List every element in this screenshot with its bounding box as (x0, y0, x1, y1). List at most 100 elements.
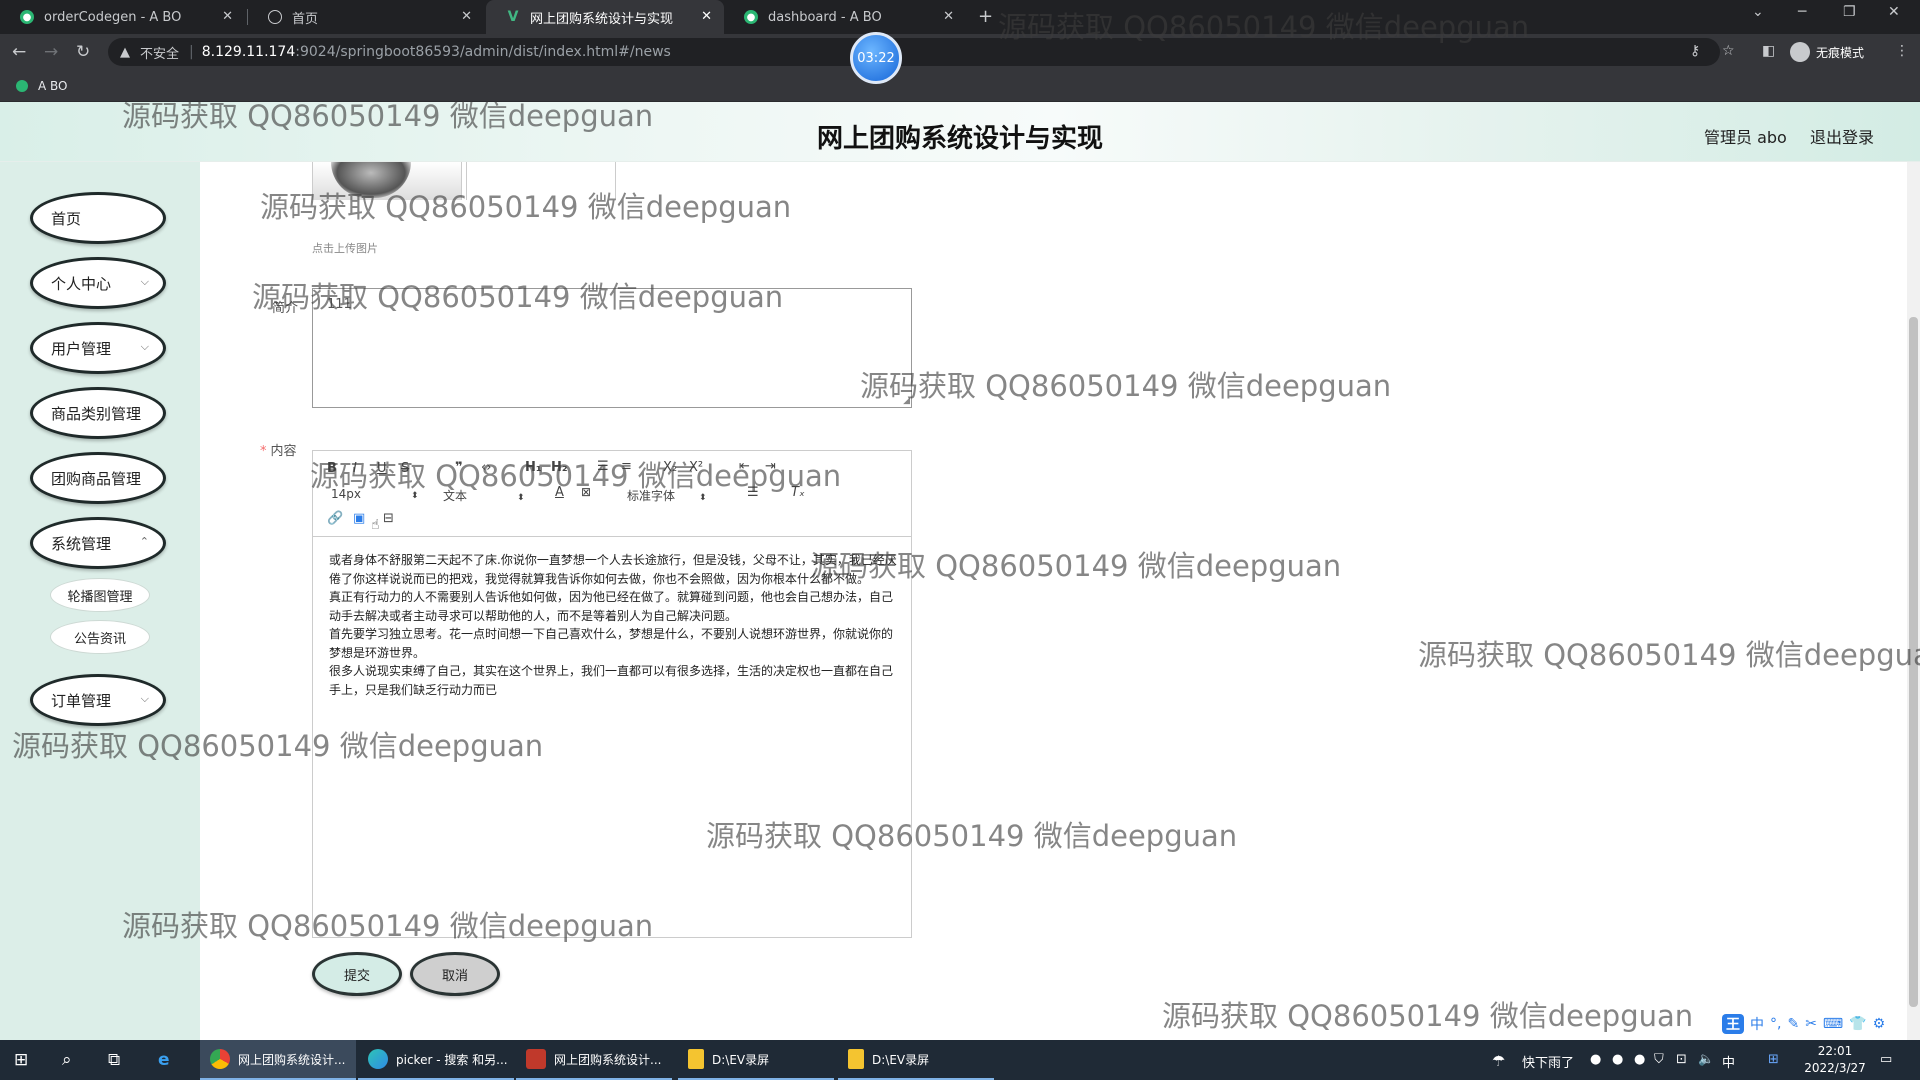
intro-textarea[interactable]: 111 ◢ (312, 288, 912, 408)
volume-icon[interactable]: 🔈 (1698, 1052, 1714, 1067)
sidebar-subitem-carousel[interactable]: 轮播图管理 (50, 578, 150, 612)
minimize-icon[interactable]: ─ (1798, 4, 1806, 20)
rich-text-editor[interactable]: B I U S ❞ ‹› H₁ H₂ ☰ ≡ X₂ X² ⇤ ⇥ 14px ⬍ 文… (312, 450, 912, 938)
weather-text[interactable]: 快下雨了 (1522, 1052, 1574, 1071)
new-tab-button[interactable]: + (978, 6, 993, 27)
bullet-list-icon[interactable]: ≡ (621, 459, 632, 474)
sidebar-item-label: 用户管理 (51, 339, 112, 358)
forward-arrow-icon[interactable]: → (44, 42, 58, 62)
taskbar-app-edge[interactable]: picker - 搜索 和另... (358, 1040, 514, 1080)
sidebar-item-category-management[interactable]: 商品类别管理 (30, 387, 166, 439)
block-type-select[interactable]: 文本 ⬍ (443, 487, 525, 504)
close-icon[interactable]: ✕ (943, 9, 954, 24)
network-icon[interactable]: ⊡ (1676, 1052, 1687, 1067)
ime-indicator[interactable]: 中 (1722, 1052, 1735, 1071)
close-icon[interactable]: ✕ (222, 9, 233, 24)
indent-decrease-icon[interactable]: ⇤ (739, 459, 750, 474)
code-block-icon[interactable]: ‹› (481, 460, 491, 475)
ime-keyboard-icon[interactable]: ⌨ (1823, 1016, 1843, 1032)
restore-icon[interactable]: ❐ (1843, 4, 1856, 20)
page-scrollbar[interactable] (1907, 162, 1920, 1040)
link-icon[interactable]: 🔗 (327, 511, 343, 526)
qq-icon[interactable]: ● (1612, 1052, 1623, 1067)
taskbar-app-folder[interactable]: D:\EV录屏 (678, 1040, 834, 1080)
clear-format-icon[interactable]: Tₓ (791, 485, 805, 500)
subscript-icon[interactable]: X₂ (663, 460, 677, 475)
url-field[interactable]: ▲ 不安全 | 8.129.11.174 :9024/springboot865… (108, 38, 1720, 66)
align-icon[interactable]: ☰ (747, 485, 759, 500)
sidebar-item-user-management[interactable]: 用户管理 ⌵ (30, 322, 166, 374)
resize-grip-icon[interactable]: ◢ (903, 396, 910, 406)
background-color-icon[interactable]: ⊠ (581, 485, 591, 499)
font-family-select[interactable]: 标准字体 ⬍ (627, 487, 707, 504)
windows-start-icon[interactable]: ⊞ (14, 1050, 28, 1070)
italic-icon[interactable]: I (353, 461, 357, 476)
indent-increase-icon[interactable]: ⇥ (765, 459, 776, 474)
task-view-icon[interactable]: ⧉ (108, 1050, 120, 1070)
security-label[interactable]: 不安全 (140, 43, 179, 62)
taskbar-app-vue[interactable]: 网上团购系统设计... (516, 1040, 672, 1080)
taskbar-app-chrome[interactable]: 网上团购系统设计... (200, 1040, 356, 1080)
close-icon[interactable]: ✕ (701, 9, 712, 24)
heading1-icon[interactable]: H₁ (525, 460, 542, 475)
ime-tray-icon[interactable]: ⊞ (1768, 1052, 1779, 1067)
underline-icon[interactable]: U (377, 461, 387, 476)
font-color-icon[interactable]: A (555, 485, 564, 500)
incognito-indicator[interactable]: 无痕模式 (1790, 42, 1864, 62)
kebab-menu-icon[interactable]: ⋮ (1895, 43, 1909, 59)
submit-button[interactable]: 提交 (312, 952, 402, 996)
ime-screenshot-icon[interactable]: ✂ (1805, 1016, 1817, 1032)
sidebar-item-personal-center[interactable]: 个人中心 ⌵ (30, 257, 166, 309)
back-arrow-icon[interactable]: ← (12, 42, 26, 62)
ime-lang-icon[interactable]: 中 (1750, 1014, 1764, 1034)
ime-settings-icon[interactable]: ⚙ (1873, 1016, 1886, 1032)
sidebar-item-home[interactable]: 首页 (30, 192, 166, 244)
upload-slot[interactable] (466, 162, 616, 200)
font-family-value: 标准字体 (627, 489, 676, 503)
ordered-list-icon[interactable]: ☰ (597, 459, 609, 474)
bookmark-item[interactable]: A BO (38, 79, 68, 93)
reload-icon[interactable]: ↻ (76, 42, 90, 62)
blockquote-icon[interactable]: ❞ (455, 460, 463, 475)
scrollbar-thumb[interactable] (1909, 317, 1918, 1007)
tab-ordercodegen[interactable]: ● orderCodegen - A BO ✕ (0, 0, 245, 34)
wechat-icon[interactable]: ● (1590, 1052, 1601, 1067)
tray-app-icon[interactable]: ● (1634, 1052, 1645, 1067)
search-icon[interactable]: ⌕ (62, 1050, 72, 1070)
sidebar-item-system-management[interactable]: 系统管理 ⌃ (30, 517, 166, 569)
ie-browser-icon[interactable]: e (158, 1050, 170, 1070)
tab-active-group-buy[interactable]: V 网上团购系统设计与实现 ✕ (486, 0, 724, 34)
uploaded-image-thumbnail[interactable] (312, 162, 462, 200)
sidebar-item-order-management[interactable]: 订单管理 ⌵ (30, 674, 166, 726)
system-clock[interactable]: 22:01 2022/3/27 (1800, 1043, 1870, 1077)
logout-link[interactable]: 退出登录 (1810, 124, 1874, 148)
bookmark-star-icon[interactable]: ☆ (1722, 43, 1735, 59)
ime-punct-icon[interactable]: °, (1770, 1016, 1781, 1032)
notification-icon[interactable]: ▭ (1880, 1052, 1892, 1067)
bold-icon[interactable]: B (327, 461, 337, 476)
superscript-icon[interactable]: X² (689, 460, 703, 475)
ime-logo-icon[interactable]: 王 (1722, 1014, 1744, 1034)
window-close-icon[interactable]: ✕ (1888, 4, 1900, 20)
ime-skin-icon[interactable]: 👕 (1849, 1016, 1866, 1032)
key-icon[interactable]: ⚷ (1690, 43, 1700, 59)
close-icon[interactable]: ✕ (461, 9, 472, 24)
tab-search-chevron-icon[interactable]: ⌄ (1752, 4, 1764, 20)
image-icon[interactable]: ▣ (353, 511, 365, 526)
ime-handwrite-icon[interactable]: ✎ (1787, 1016, 1799, 1032)
sidebar-subitem-announcements[interactable]: 公告资讯 (50, 620, 150, 654)
tab-dashboard[interactable]: ● dashboard - A BO ✕ (724, 0, 966, 34)
sidebar-item-group-product-management[interactable]: 团购商品管理 (30, 452, 166, 504)
strikethrough-icon[interactable]: S (401, 461, 409, 476)
shield-icon[interactable]: ⛉ (1654, 1052, 1664, 1067)
font-size-select[interactable]: 14px ⬍ (331, 487, 419, 501)
recording-timer[interactable]: 03:22 (850, 32, 902, 84)
chevron-up-icon: ⌃ (139, 535, 149, 548)
tab-home[interactable]: 首页 ✕ (248, 0, 484, 34)
video-icon[interactable]: ⊟ (383, 511, 394, 526)
taskbar-app-folder[interactable]: D:\EV录屏 (838, 1040, 994, 1080)
editor-content[interactable]: 或者身体不舒服第二天起不了床.你说你一直梦想一个人去长途旅行，但是没钱，父母不让… (329, 551, 899, 699)
heading2-icon[interactable]: H₂ (551, 460, 568, 475)
side-panel-icon[interactable]: ◧ (1762, 43, 1775, 59)
cancel-button[interactable]: 取消 (410, 952, 500, 996)
